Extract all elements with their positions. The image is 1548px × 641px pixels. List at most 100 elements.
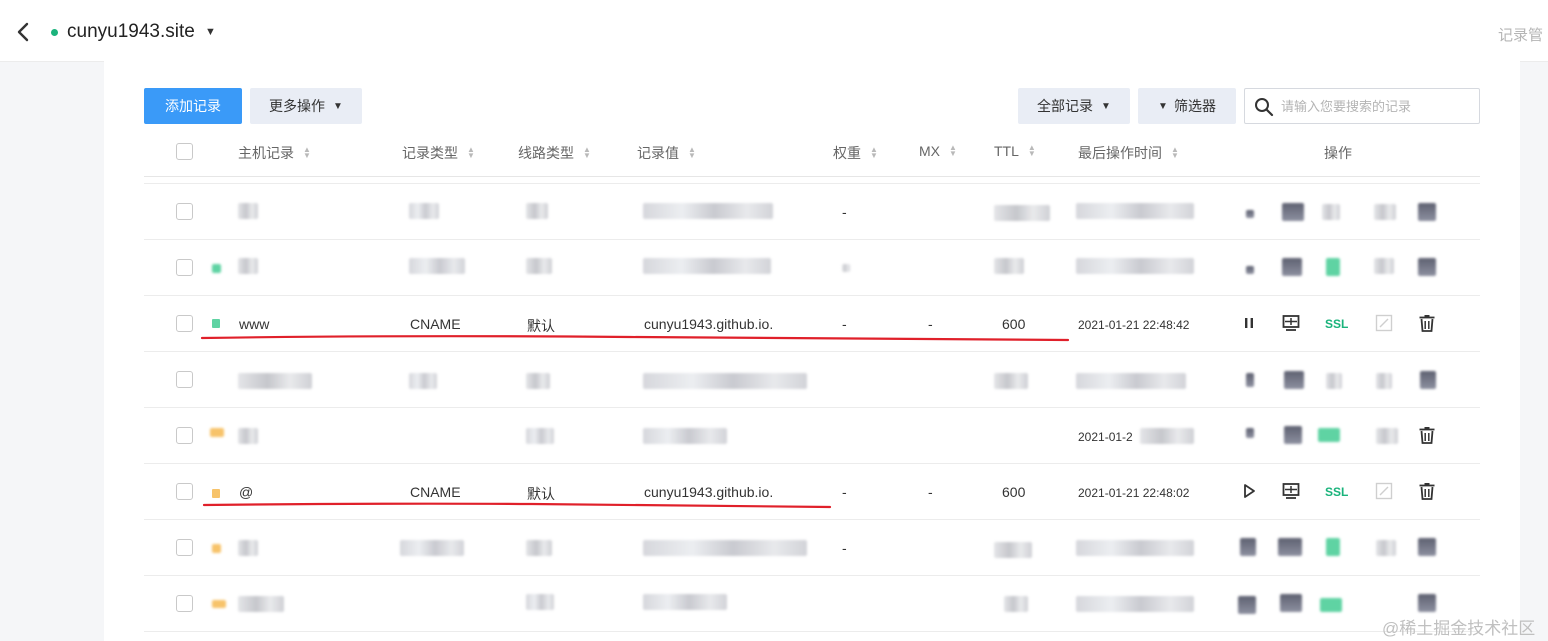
masked-action[interactable] <box>1376 428 1398 444</box>
col-weight[interactable]: 权重 ▲ ▼ <box>833 143 878 163</box>
weight-value: - <box>842 540 847 556</box>
col-type[interactable]: 记录类型 ▲ ▼ <box>402 143 475 163</box>
search-icon <box>1255 98 1274 117</box>
sort-icon: ▲ ▼ <box>1027 143 1036 158</box>
masked-type <box>400 540 464 556</box>
masked-time <box>1076 596 1194 612</box>
delete-icon[interactable] <box>1418 482 1436 500</box>
monitor-icon[interactable] <box>1282 314 1300 332</box>
last-modified-time: 2021-01-21 22:48:02 <box>1078 486 1190 500</box>
row-checkbox[interactable] <box>176 203 193 220</box>
masked-action[interactable] <box>1282 258 1302 276</box>
row-checkbox[interactable] <box>176 539 193 556</box>
row-divider <box>144 519 1480 520</box>
masked-value <box>643 258 771 274</box>
col-weight-label: 权重 <box>833 145 861 161</box>
ssl-button[interactable]: SSL <box>1325 317 1348 331</box>
masked-action[interactable] <box>1238 596 1256 614</box>
masked-action[interactable] <box>1374 204 1396 220</box>
filter-button[interactable]: ▼ 筛选器 <box>1138 88 1236 124</box>
row-checkbox[interactable] <box>176 427 193 444</box>
col-value[interactable]: 记录值 ▲ ▼ <box>637 143 696 163</box>
masked-action[interactable] <box>1282 203 1304 221</box>
row-checkbox[interactable] <box>176 315 193 332</box>
masked-action[interactable] <box>1318 428 1340 442</box>
masked-action[interactable] <box>1284 426 1302 444</box>
delete-icon[interactable] <box>1418 426 1436 444</box>
masked-action[interactable] <box>1326 538 1340 556</box>
masked-action[interactable] <box>1246 266 1254 274</box>
select-all-checkbox[interactable] <box>176 143 193 160</box>
search-box[interactable] <box>1244 88 1480 124</box>
pause-icon[interactable] <box>1240 314 1258 332</box>
monitor-icon[interactable] <box>1282 482 1300 500</box>
masked-action[interactable] <box>1376 373 1392 389</box>
masked-action[interactable] <box>1418 258 1436 276</box>
masked-action[interactable] <box>1284 371 1304 389</box>
masked-action[interactable] <box>1418 203 1436 221</box>
play-icon[interactable] <box>1240 482 1258 500</box>
col-actions-label: 操作 <box>1324 145 1352 161</box>
col-mx[interactable]: MX ▲ ▼ <box>919 143 957 159</box>
all-records-dropdown[interactable]: 全部记录 ▼ <box>1018 88 1130 124</box>
masked-ttl <box>994 542 1032 558</box>
masked-action[interactable] <box>1418 594 1436 612</box>
status-tag <box>212 264 221 273</box>
record-management-crumb[interactable]: 记录管 <box>1498 24 1543 45</box>
row-checkbox[interactable] <box>176 595 193 612</box>
masked-action[interactable] <box>1280 594 1302 612</box>
masked-action[interactable] <box>1326 258 1340 276</box>
domain-dropdown-caret-icon[interactable]: ▼ <box>205 26 216 38</box>
masked-action[interactable] <box>1246 373 1254 387</box>
masked-action[interactable] <box>1246 210 1254 218</box>
row-divider <box>144 463 1480 464</box>
header-divider <box>144 183 1480 184</box>
col-line[interactable]: 线路类型 ▲ ▼ <box>518 143 591 163</box>
record-value: cunyu1943.github.io. <box>644 316 774 332</box>
col-time[interactable]: 最后操作时间 ▲ ▼ <box>1078 143 1179 163</box>
sort-icon: ▲ ▼ <box>467 145 475 160</box>
host-record: www <box>239 316 270 332</box>
masked-value <box>643 373 807 389</box>
row-checkbox[interactable] <box>176 371 193 388</box>
col-host[interactable]: 主机记录 ▲ ▼ <box>238 143 311 163</box>
caret-down-icon: ▼ <box>1101 100 1111 112</box>
col-ttl[interactable]: TTL ▲ ▼ <box>994 143 1036 159</box>
add-record-button[interactable]: 添加记录 <box>144 88 242 124</box>
masked-host <box>238 428 258 444</box>
masked-action[interactable] <box>1322 204 1340 220</box>
search-input[interactable] <box>1281 95 1471 117</box>
back-arrow-icon[interactable] <box>14 20 34 44</box>
masked-action[interactable] <box>1418 538 1436 556</box>
masked-value <box>643 594 727 610</box>
masked-action[interactable] <box>1326 373 1342 389</box>
sort-icon: ▲ ▼ <box>1171 145 1179 160</box>
domain-name[interactable]: cunyu1943.site <box>67 21 195 43</box>
more-actions-button[interactable]: 更多操作 ▼ <box>250 88 362 124</box>
masked-action[interactable] <box>1376 540 1396 556</box>
masked-action[interactable] <box>1420 371 1436 389</box>
masked-action[interactable] <box>1240 538 1256 556</box>
masked-line <box>526 203 548 219</box>
status-tag <box>212 544 221 553</box>
weight-value: - <box>842 316 847 332</box>
masked-ttl <box>1004 596 1028 612</box>
sort-icon: ▲ ▼ <box>949 143 957 158</box>
masked-action[interactable] <box>1246 428 1254 438</box>
masked-action[interactable] <box>1374 258 1394 274</box>
row-divider <box>144 575 1480 576</box>
delete-icon[interactable] <box>1418 314 1436 332</box>
masked-action[interactable] <box>1320 598 1342 612</box>
domain-status-dot <box>51 29 58 36</box>
edit-disabled-icon <box>1375 482 1393 500</box>
row-checkbox[interactable] <box>176 483 193 500</box>
ttl-value: 600 <box>1002 316 1026 332</box>
add-record-label: 添加记录 <box>165 98 221 114</box>
last-modified-time: 2021-01-21 22:48:42 <box>1078 318 1190 332</box>
row-checkbox[interactable] <box>176 259 193 276</box>
masked-weight <box>842 264 850 272</box>
ssl-button[interactable]: SSL <box>1325 485 1348 499</box>
masked-action[interactable] <box>1278 538 1302 556</box>
masked-host <box>238 596 284 612</box>
all-records-label: 全部记录 <box>1037 98 1094 114</box>
